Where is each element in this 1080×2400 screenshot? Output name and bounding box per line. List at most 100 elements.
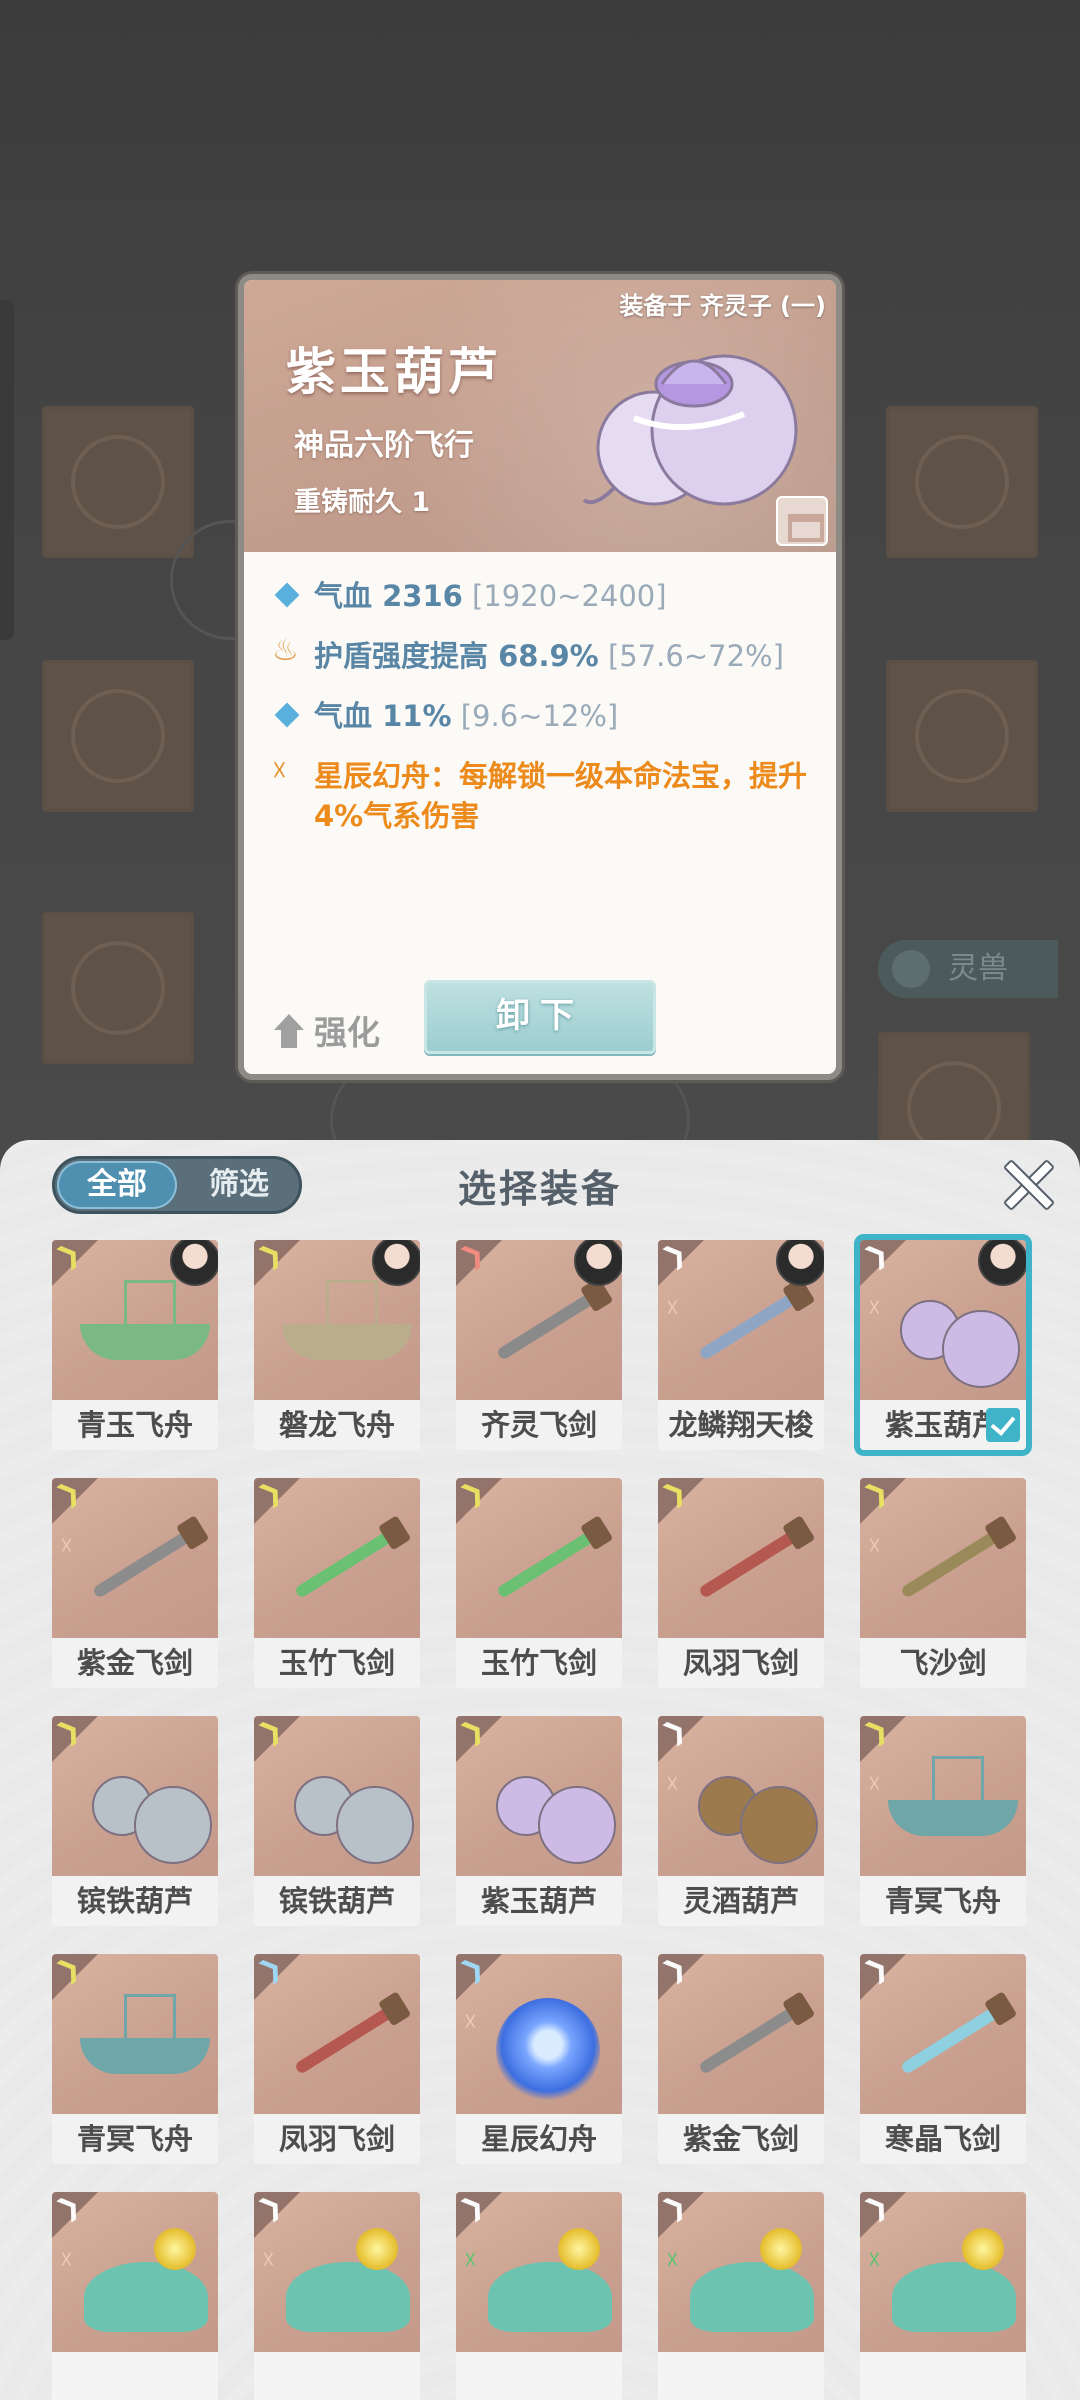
sigil-icon: ☓ xyxy=(666,1770,679,1798)
sigil-icon: ☓ xyxy=(666,2246,679,2274)
equipment-name: 灵酒葫芦 xyxy=(658,1876,824,1926)
equipment-card[interactable]: 玉竹飞剑 xyxy=(254,1478,420,1688)
wing-rank-icon xyxy=(462,1482,488,1504)
lock-icon[interactable] xyxy=(776,496,828,546)
equipment-name: 镔铁葫芦 xyxy=(52,1876,218,1926)
sword-icon xyxy=(480,1508,605,1618)
item-stats: 气血 2316 [1920~2400] ♨ 护盾强度提高 68.9% [57.6… xyxy=(268,576,828,856)
sigil-icon: ☓ xyxy=(868,1294,881,1322)
wing-rank-icon xyxy=(260,2196,286,2218)
stat-range: [1920~2400] xyxy=(472,579,667,613)
equipment-card[interactable]: ☓ xyxy=(456,2192,622,2400)
equipment-name: 紫金飞剑 xyxy=(658,2114,824,2164)
wing-rank-icon xyxy=(260,1244,286,1266)
equipment-name: 玉竹飞剑 xyxy=(456,1638,622,1688)
equipment-card[interactable]: ☓ 星辰幻舟 xyxy=(456,1954,622,2164)
equipment-name: 紫玉葫芦 xyxy=(456,1876,622,1926)
sigil-icon: ☓ xyxy=(868,1770,881,1798)
sigil-icon: ☓ xyxy=(868,2246,881,2274)
wing-rank-icon xyxy=(664,2196,690,2218)
item-detail-header: 装备于 齐灵子 (一) 紫玉葫芦 神品六阶飞行 重铸耐久 1 xyxy=(244,280,836,552)
owner-avatar xyxy=(170,1240,218,1286)
equipment-card[interactable]: 玉竹飞剑 xyxy=(456,1478,622,1688)
equipment-card[interactable]: ☓ xyxy=(658,2192,824,2400)
owner-avatar xyxy=(776,1240,824,1286)
equipment-card[interactable]: 镔铁葫芦 xyxy=(254,1716,420,1926)
equipment-name: 磐龙飞舟 xyxy=(254,1400,420,1450)
gourd-icon xyxy=(278,1746,414,1864)
equipment-name: 龙鳞翔天梭 xyxy=(658,1400,824,1450)
stat-row: 气血 11% [9.6~12%] xyxy=(268,696,828,736)
sword-icon xyxy=(278,1508,403,1618)
gourd-icon xyxy=(884,1270,1020,1388)
item-durability: 重铸耐久 1 xyxy=(294,487,431,518)
special-effect-row: ☓ 星辰幻舟：每解锁一级本命法宝，提升4%气系伤害 xyxy=(268,756,828,836)
stat-value: 护盾强度提高 68.9% xyxy=(314,639,599,673)
gourd-icon xyxy=(682,1746,818,1864)
sword-icon xyxy=(480,1270,605,1380)
diamond-icon xyxy=(274,702,300,728)
owner-avatar xyxy=(372,1240,420,1286)
flame-icon: ♨ xyxy=(272,633,299,668)
bg-equip-slot xyxy=(42,406,194,558)
wing-rank-icon xyxy=(866,1244,892,1266)
equipment-name: 青冥飞舟 xyxy=(52,2114,218,2164)
sword-icon xyxy=(884,1984,1009,2094)
equipment-card[interactable]: 凤羽飞剑 xyxy=(658,1478,824,1688)
bg-equip-slot xyxy=(42,660,194,812)
equipment-card[interactable]: 寒晶飞剑 xyxy=(860,1954,1026,2164)
strengthen-button[interactable]: 强化 xyxy=(272,1006,380,1054)
equipment-card[interactable]: ☓紫玉葫芦 xyxy=(860,1240,1026,1450)
sword-icon xyxy=(884,1508,1009,1618)
wing-rank-icon xyxy=(260,1958,286,1980)
stat-row: 气血 2316 [1920~2400] xyxy=(268,576,828,616)
equipment-card[interactable]: ☓ xyxy=(52,2192,218,2400)
equipment-card[interactable]: 紫金飞剑 xyxy=(658,1954,824,2164)
wing-rank-icon xyxy=(866,1958,892,1980)
equipment-card[interactable]: ☓ xyxy=(860,2192,1026,2400)
equipment-card[interactable]: ☓ 灵酒葫芦 xyxy=(658,1716,824,1926)
special-sigil-icon: ☓ xyxy=(272,754,287,787)
equipment-card[interactable]: ☓ xyxy=(254,2192,420,2400)
boat-icon xyxy=(76,1984,210,2094)
equipment-card[interactable]: 青玉飞舟 xyxy=(52,1240,218,1450)
lotus-icon xyxy=(884,2222,1016,2332)
sigil-icon: ☓ xyxy=(464,2246,477,2274)
equipment-name: 紫金飞剑 xyxy=(52,1638,218,1688)
checkmark-icon xyxy=(986,1408,1020,1442)
equipment-card[interactable]: 青冥飞舟 xyxy=(52,1954,218,2164)
close-icon[interactable] xyxy=(996,1152,1058,1214)
equipment-card[interactable]: ☓ 紫金飞剑 xyxy=(52,1478,218,1688)
equipment-card[interactable]: ☓ 青冥飞舟 xyxy=(860,1716,1026,1926)
unequip-button[interactable]: 卸下 xyxy=(424,980,656,1054)
boat-icon xyxy=(278,1270,412,1380)
wing-rank-icon xyxy=(58,1244,84,1266)
sword-icon xyxy=(682,1270,807,1380)
equipment-card[interactable]: 齐灵飞剑 xyxy=(456,1240,622,1450)
equipment-card[interactable]: 磐龙飞舟 xyxy=(254,1240,420,1450)
wing-rank-icon xyxy=(58,1482,84,1504)
wing-rank-icon xyxy=(260,1482,286,1504)
equipment-card[interactable]: 凤羽飞剑 xyxy=(254,1954,420,2164)
up-arrow-icon xyxy=(272,1014,306,1050)
equipment-name: 凤羽飞剑 xyxy=(254,2114,420,2164)
wing-rank-icon xyxy=(462,1958,488,1980)
sword-icon xyxy=(682,1984,807,2094)
wing-rank-icon xyxy=(866,1482,892,1504)
lotus-icon xyxy=(278,2222,410,2332)
select-equipment-panel: 全部 筛选 选择装备 青玉飞舟磐龙飞舟齐灵飞剑☓龙鳞翔天梭☓紫玉葫芦☓紫金飞剑玉… xyxy=(0,1140,1080,2400)
equipment-name: 飞沙剑 xyxy=(860,1638,1026,1688)
equipment-card[interactable]: 紫玉葫芦 xyxy=(456,1716,622,1926)
wing-rank-icon xyxy=(866,1720,892,1742)
equipment-name: 星辰幻舟 xyxy=(456,2114,622,2164)
sigil-icon: ☓ xyxy=(666,1294,679,1322)
orb-icon xyxy=(480,1984,604,2102)
stat-row: ♨ 护盾强度提高 68.9% [57.6~72%] xyxy=(268,636,828,676)
equipment-card[interactable]: ☓ 飞沙剑 xyxy=(860,1478,1026,1688)
bg-equip-slot xyxy=(886,660,1038,812)
equipment-card[interactable]: ☓ 龙鳞翔天梭 xyxy=(658,1240,824,1450)
equipment-name: 寒晶飞剑 xyxy=(860,2114,1026,2164)
equipment-card[interactable]: 镔铁葫芦 xyxy=(52,1716,218,1926)
equipped-on-label: 装备于 齐灵子 (一) xyxy=(619,292,826,320)
sword-icon xyxy=(278,1984,403,2094)
